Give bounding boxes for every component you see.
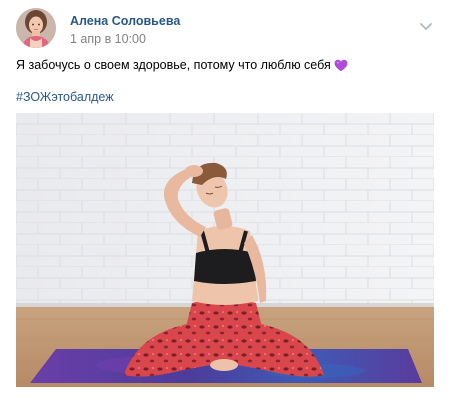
yoga-photo (16, 113, 434, 387)
post-photo[interactable] (16, 113, 434, 387)
wall-post: Алена Соловьева 1 апр в 10:00 Я забочусь… (0, 0, 450, 403)
hashtag-link[interactable]: #ЗОЖэтобалдеж (16, 90, 114, 104)
post-text: Я забочусь о своем здоровье, потому что … (16, 58, 436, 75)
avatar-image (16, 8, 56, 48)
post-text-content: Я забочусь о своем здоровье, потому что … (16, 58, 331, 72)
author-name[interactable]: Алена Соловьева (70, 14, 180, 28)
purple-heart-icon (334, 59, 348, 75)
post-header: Алена Соловьева 1 апр в 10:00 (16, 8, 434, 50)
post-date[interactable]: 1 апр в 10:00 (70, 32, 146, 46)
chevron-down-icon[interactable] (418, 20, 434, 32)
avatar[interactable] (16, 8, 56, 48)
